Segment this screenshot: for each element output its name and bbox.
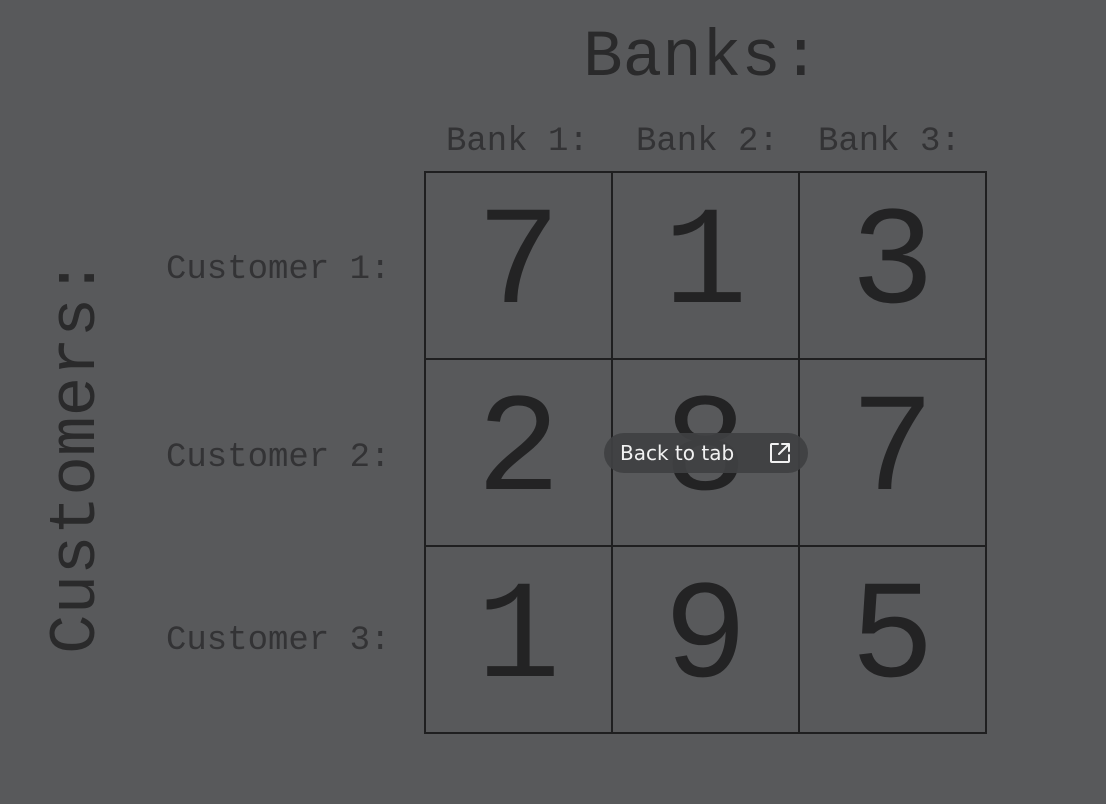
bank-header-3: Bank 3: xyxy=(818,123,961,161)
bank-header-1: Bank 1: xyxy=(446,123,589,161)
picture-in-picture-view: Banks: Customers: Bank 1: Bank 2: Bank 3… xyxy=(0,0,1106,804)
back-to-tab-label: Back to tab xyxy=(620,441,735,465)
bank-header-2: Bank 2: xyxy=(636,123,779,161)
matrix-cell-r1-c2: 1 xyxy=(612,172,799,359)
matrix-cell-r2-c1: 2 xyxy=(425,359,612,546)
back-to-tab-button[interactable]: Back to tab xyxy=(604,433,808,473)
matrix-cell-r3-c3: 5 xyxy=(799,546,986,733)
matrix-cell-r3-c1: 1 xyxy=(425,546,612,733)
matrix-cell-r2-c3: 7 xyxy=(799,359,986,546)
customer-label-3: Customer 3: xyxy=(166,622,391,660)
matrix-cell-r3-c2: 9 xyxy=(612,546,799,733)
customers-title: Customers: xyxy=(39,257,114,655)
customer-label-1: Customer 1: xyxy=(166,251,391,289)
matrix-cell-r1-c1: 7 xyxy=(425,172,612,359)
matrix-cell-r1-c3: 3 xyxy=(799,172,986,359)
banks-title: Banks: xyxy=(583,20,821,95)
customer-label-2: Customer 2: xyxy=(166,439,391,477)
open-external-icon xyxy=(768,441,792,465)
